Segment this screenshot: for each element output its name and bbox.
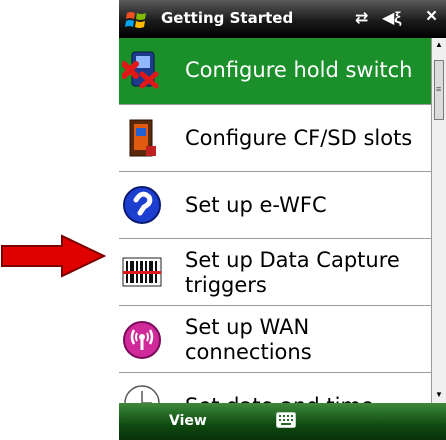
list-item-set-up-data-capture-triggers[interactable]: Set up Data Capture triggers bbox=[119, 239, 431, 306]
list-item-set-date-and-time[interactable]: Set date and time bbox=[119, 373, 431, 403]
hold-switch-icon bbox=[122, 51, 159, 89]
item-label: Configure CF/SD slots bbox=[185, 126, 413, 150]
getting-started-list: Configure hold switch Configure CF/SD sl… bbox=[119, 38, 431, 403]
scroll-up-icon[interactable]: ▲ bbox=[435, 40, 443, 49]
clock-icon bbox=[124, 385, 160, 403]
scrollbar-thumb[interactable]: ≡ bbox=[434, 60, 444, 120]
device-screen: Getting Started ⇄ ◀ξ × Configure hold sw… bbox=[119, 0, 446, 440]
e-wfc-icon bbox=[123, 186, 161, 224]
list-item-set-up-e-wfc[interactable]: Set up e-WFC bbox=[119, 172, 431, 239]
item-label-line2: triggers bbox=[185, 273, 267, 297]
list-item-configure-hold-switch[interactable]: Configure hold switch bbox=[119, 38, 431, 105]
barcode-scanner-icon bbox=[122, 257, 162, 287]
close-button[interactable]: × bbox=[426, 6, 437, 28]
scroll-down-icon[interactable]: ▼ bbox=[435, 390, 443, 399]
menu-bar: View bbox=[119, 403, 446, 440]
app-title: Getting Started bbox=[161, 9, 294, 27]
keyboard-icon[interactable] bbox=[276, 412, 296, 428]
pointer-arrow-icon bbox=[1, 234, 107, 278]
view-softkey[interactable]: View bbox=[169, 413, 207, 429]
item-label: Set up e-WFC bbox=[185, 193, 327, 217]
list-item-set-up-wan-connections[interactable]: Set up WAN connections bbox=[119, 306, 431, 373]
wan-wireless-icon bbox=[123, 321, 161, 359]
vertical-scrollbar[interactable]: ▲ ≡ ▼ bbox=[431, 38, 446, 403]
item-label-line1: Set up Data Capture bbox=[185, 248, 400, 272]
item-label-line1: Set up WAN bbox=[185, 315, 310, 339]
windows-start-icon[interactable] bbox=[125, 9, 149, 31]
connectivity-icon[interactable]: ⇄ bbox=[355, 8, 368, 28]
item-label: Set date and time bbox=[185, 395, 374, 404]
volume-icon[interactable]: ◀ξ bbox=[382, 8, 401, 28]
scrollbar-grip-icon: ≡ bbox=[436, 84, 442, 94]
item-label-line2: connections bbox=[185, 340, 312, 364]
title-bar: Getting Started ⇄ ◀ξ × bbox=[119, 0, 446, 38]
item-label: Configure hold switch bbox=[185, 58, 413, 82]
cf-sd-card-icon bbox=[129, 119, 156, 157]
list-item-configure-cf-sd-slots[interactable]: Configure CF/SD slots bbox=[119, 105, 431, 172]
